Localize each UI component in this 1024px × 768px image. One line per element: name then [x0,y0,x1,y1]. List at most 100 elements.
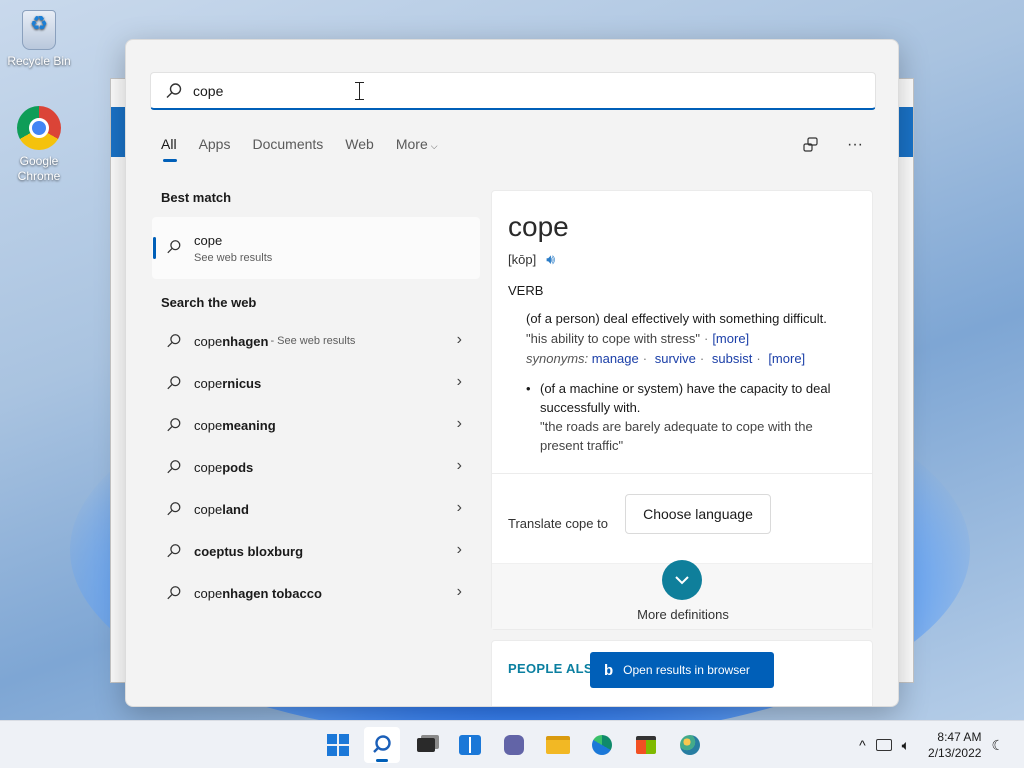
web-suggestion-item[interactable]: cope nhagen - See web results › [152,320,480,362]
web-suggestion-item[interactable]: cope meaning › [152,404,480,446]
web-suggestions: cope nhagen - See web results › cope rnicus › c… [152,320,480,614]
desktop-icon-label: Recycle Bin [7,54,71,68]
search-icon [167,502,181,516]
volume-icon[interactable]: 🔈︎ [902,737,910,754]
recycle-bin-icon [22,10,56,50]
results-list: Best match cope See web results Search t… [152,190,480,614]
suggestion-completion: nhagen tobacco [222,585,322,601]
search-icon [166,82,182,98]
suggestion-completion: nhagen [222,333,269,349]
taskbar: ^ 🔈︎ 8:47 AM 2/13/2022 ☾ [0,720,1024,768]
suggestion-prefix: cope [194,585,223,601]
search-icon [167,376,181,390]
suggestion-completion: rnicus [222,375,262,391]
chrome-icon [17,106,61,150]
focus-assist-icon[interactable]: ☾ [991,737,1004,754]
tab-more[interactable]: More ⌵ [396,136,438,162]
search-icon [167,544,181,558]
synonym-link[interactable]: manage [592,351,639,366]
task-view-icon [417,738,435,752]
suggestion-completion: land [222,501,249,517]
search-share-icon [803,137,818,152]
folder-icon [546,736,570,754]
show-hidden-icons-button[interactable]: ^ [859,737,866,753]
start-button[interactable] [320,727,356,763]
more-synonyms-link[interactable]: [more] [768,351,805,366]
search-taskbar-button[interactable] [364,727,400,763]
search-box[interactable] [150,72,876,110]
desktop-icon-chrome[interactable]: Google Chrome [4,106,74,184]
network-icon[interactable] [875,739,892,751]
choose-language-button[interactable]: Choose language [625,494,771,534]
edge-button[interactable] [584,727,620,763]
definition-text: (of a person) deal effectively with some… [526,311,827,326]
chat-button[interactable] [496,727,532,763]
search-icon [167,460,181,474]
suggestion-prefix: cope [194,459,223,475]
chevron-right-icon: › [456,415,462,432]
best-match-title: cope [194,232,223,248]
search-input[interactable] [193,82,793,99]
widgets-button[interactable] [452,727,488,763]
expand-chevron-icon[interactable] [662,560,702,600]
suggestion-prefix: cope [194,417,223,433]
definition-example: "his ability to cope with stress" [526,331,700,346]
chevron-right-icon: › [456,331,462,348]
chevron-right-icon: › [456,373,462,390]
search-web-heading: Search the web [161,295,257,310]
pronunciation-row: [kōp] 🔊︎ [508,251,555,268]
web-suggestion-item[interactable]: cope rnicus › [152,362,480,404]
store-button[interactable] [628,727,664,763]
clock[interactable]: 8:47 AM 2/13/2022 [928,729,981,761]
filter-tabs: All Apps Documents Web More ⌵ [161,136,460,162]
text-cursor-icon [355,82,367,100]
web-suggestion-item[interactable]: coeptus bloxburg › [152,530,480,572]
suggestion-prefix: cope [194,375,223,391]
definition-1: (of a person) deal effectively with some… [526,309,866,369]
search-icon [167,334,181,348]
search-icon [373,735,391,753]
desktop-icon-recycle-bin[interactable]: Recycle Bin [4,10,74,69]
translate-label: Translate cope to [508,516,608,531]
paint-icon [680,735,700,755]
speaker-icon[interactable]: 🔊︎ [546,251,555,268]
chevron-right-icon: › [456,457,462,474]
open-results-in-browser-button[interactable]: b Open results in browser [590,652,774,688]
divider [492,473,872,474]
web-suggestion-item[interactable]: cope land › [152,488,480,530]
best-match-item[interactable]: cope See web results [152,217,480,279]
search-flyout: All Apps Documents Web More⌵ ··· Best ma… [125,39,899,707]
taskbar-apps [320,727,708,763]
clock-date: 2/13/2022 [928,746,982,760]
more-example-link[interactable]: [more] [712,331,749,346]
definition-2: (of a machine or system) have the capaci… [526,379,856,455]
suggestion-completion: meaning [222,417,276,433]
web-suggestion-item[interactable]: cope pods › [152,446,480,488]
system-tray: ^ 🔈︎ 8:47 AM 2/13/2022 ☾ [859,729,1004,761]
chevron-down-icon: ⌵ [430,141,438,151]
tab-web[interactable]: Web [345,136,374,162]
share-results-button[interactable] [800,134,822,156]
chevron-right-icon: › [456,583,462,600]
best-match-heading: Best match [161,190,232,205]
tab-documents[interactable]: Documents [252,136,323,162]
dictionary-card: cope [kōp] 🔊︎ VERB (of a person) deal ef… [491,190,873,630]
suggestion-prefix: cope [194,333,223,349]
chevron-right-icon: › [456,541,462,558]
search-icon [167,418,181,432]
synonym-link[interactable]: subsist [712,351,752,366]
web-suggestion-item[interactable]: cope nhagen tobacco › [152,572,480,614]
tab-all[interactable]: All [161,136,177,162]
file-explorer-button[interactable] [540,727,576,763]
definition-example: "the roads are barely adequate to cope w… [540,419,813,453]
more-options-button[interactable]: ··· [844,134,866,156]
task-view-button[interactable] [408,727,444,763]
tab-apps[interactable]: Apps [199,136,231,162]
teams-chat-icon [504,735,524,755]
ellipsis-icon: ··· [847,136,863,153]
synonym-link[interactable]: survive [655,351,696,366]
paint-button[interactable] [672,727,708,763]
more-definitions-link[interactable]: More definitions [492,607,874,622]
suggestion-prefix: cope [194,501,223,517]
synonyms-label: synonyms: [526,351,589,366]
